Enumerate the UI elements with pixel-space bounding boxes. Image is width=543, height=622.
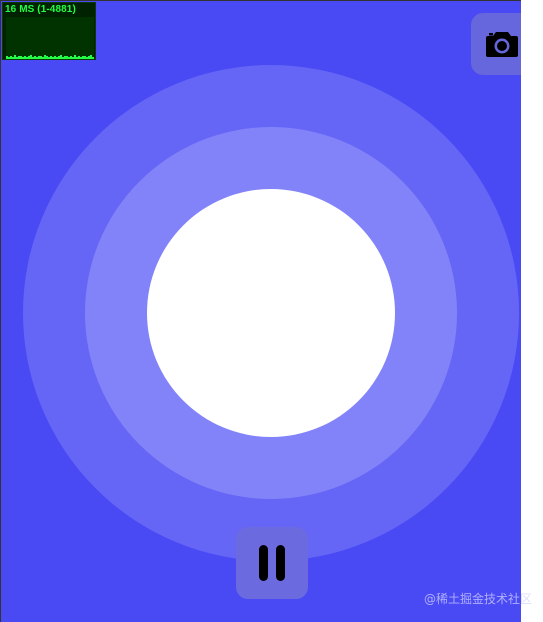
stats-graph-bar	[46, 56, 48, 59]
stats-graph-bar	[42, 57, 44, 59]
stats-graph-bar	[62, 57, 64, 59]
stats-graph-bar	[30, 55, 32, 59]
stats-graph-bar	[48, 57, 50, 59]
stats-graph-bar	[12, 57, 14, 59]
stats-graph-bar	[8, 57, 10, 59]
visualizer-canvas[interactable]: 16 MS (1-4881)	[0, 0, 521, 622]
stats-graph-bar	[82, 56, 84, 59]
stats-graph-bar	[44, 55, 46, 59]
stats-graph-bar	[80, 57, 82, 59]
stats-graph-bar	[28, 56, 30, 59]
stats-graph-bar	[58, 56, 60, 59]
watermark-text: @稀土掘金技术社区	[424, 592, 533, 606]
core-circle	[147, 189, 395, 437]
stats-graph-bar	[14, 55, 16, 59]
stats-graph-bar	[10, 56, 12, 59]
pause-icon	[259, 545, 285, 581]
stats-graph-bar	[54, 56, 56, 59]
stats-graph-bar	[86, 57, 88, 59]
stats-graph-bar	[52, 57, 54, 59]
stats-graph-bar	[6, 56, 8, 59]
stats-graph-bar	[70, 56, 72, 59]
stats-graph-bar	[56, 57, 58, 59]
stats-graph-bar	[92, 57, 94, 59]
app-frame: 16 MS (1-4881) @稀土掘金技术社区	[0, 0, 543, 622]
stats-label: 16 MS (1-4881)	[5, 4, 76, 15]
stats-graph-bar	[78, 56, 80, 59]
stats-graph-bar	[84, 56, 86, 59]
stats-graph-bar	[26, 57, 28, 59]
stats-graph-bar	[64, 56, 66, 59]
stats-graph-bar	[90, 55, 92, 59]
stats-graph-bar	[88, 56, 90, 59]
stats-graph	[6, 17, 94, 59]
stats-graph-bar	[74, 55, 76, 59]
stats-graph-bar	[34, 56, 36, 59]
stats-graph-bar	[76, 57, 78, 59]
stats-graph-bar	[20, 56, 22, 59]
camera-icon	[486, 32, 518, 57]
fps-stats-panel[interactable]: 16 MS (1-4881)	[2, 2, 96, 60]
stats-graph-bar	[66, 56, 68, 59]
stats-graph-bar	[24, 56, 26, 59]
stats-graph-bar	[32, 57, 34, 59]
stats-graph-bar	[38, 56, 40, 59]
page-margin	[521, 0, 543, 622]
stats-graph-bar	[36, 57, 38, 59]
stats-graph-bar	[60, 55, 62, 59]
stats-graph-bar	[68, 57, 70, 59]
pause-button[interactable]	[236, 527, 308, 599]
stats-graph-bar	[40, 56, 42, 59]
stats-graph-bar	[18, 56, 20, 59]
stats-graph-bar	[50, 56, 52, 59]
camera-button[interactable]	[471, 13, 521, 75]
stats-graph-bar	[22, 57, 24, 59]
stats-graph-bar	[72, 57, 74, 59]
stats-graph-bar	[16, 57, 18, 59]
